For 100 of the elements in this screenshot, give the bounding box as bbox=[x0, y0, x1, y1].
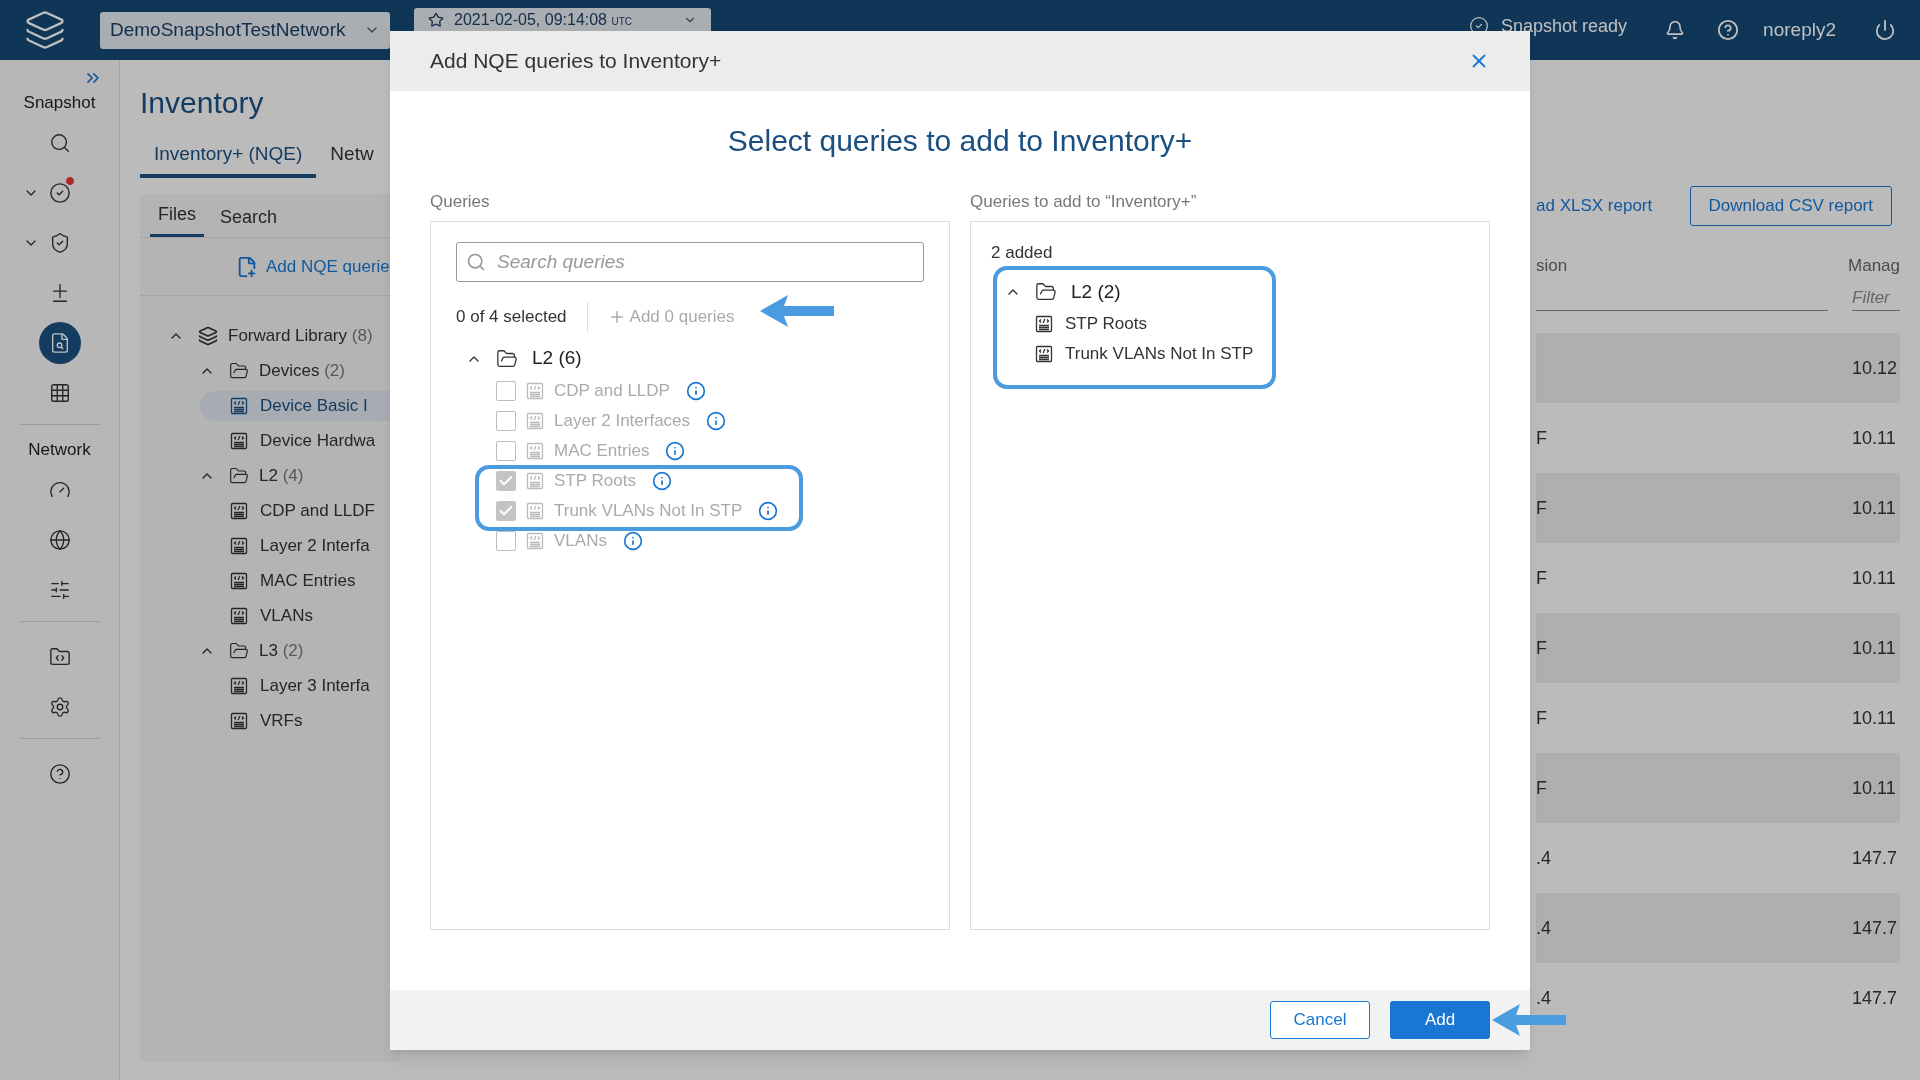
table-cell-text: F bbox=[1536, 636, 1548, 660]
code-file-icon bbox=[1035, 345, 1053, 363]
added-count: 2 added bbox=[991, 242, 1053, 262]
code-file-icon bbox=[230, 606, 248, 625]
folder-icon bbox=[229, 465, 249, 486]
table-row[interactable]: F 10.11 bbox=[1536, 753, 1900, 823]
code-file-icon bbox=[526, 531, 544, 550]
info-icon[interactable] bbox=[706, 410, 727, 431]
column-header: Manag bbox=[1848, 254, 1900, 277]
table-cell-text: F bbox=[1536, 706, 1548, 730]
tree-item[interactable]: MAC Entries bbox=[200, 565, 400, 596]
bell-icon[interactable] bbox=[1665, 20, 1686, 40]
code-file-icon bbox=[230, 571, 248, 590]
sliders-icon bbox=[48, 579, 71, 601]
table-cell-text: F bbox=[1536, 496, 1548, 520]
table-cell-text: F bbox=[1536, 776, 1548, 800]
code-file-icon bbox=[526, 411, 544, 430]
tree-folder-label[interactable]: L2 (4) bbox=[259, 462, 304, 489]
table-cell-text: .4 bbox=[1536, 846, 1552, 870]
table-row[interactable]: .4 147.7 bbox=[1536, 893, 1900, 963]
table-cell-text: 147.7 bbox=[1852, 846, 1898, 870]
info-icon[interactable] bbox=[685, 380, 706, 401]
table-cell-text: 10.11 bbox=[1852, 426, 1896, 450]
search-icon bbox=[48, 132, 71, 154]
tree-folder-label[interactable]: Forward Library (8) bbox=[228, 322, 373, 349]
folder-icon bbox=[496, 347, 518, 370]
tree-folder-label[interactable]: L3 (2) bbox=[259, 637, 304, 664]
tree-folder-label[interactable]: L2 (6) bbox=[532, 344, 582, 373]
tree-item[interactable]: VRFs bbox=[200, 705, 400, 736]
check-circle-icon bbox=[48, 182, 71, 204]
table-row[interactable]: 10.12 bbox=[1536, 333, 1900, 403]
folder-icon bbox=[1035, 281, 1057, 303]
logo-icon[interactable] bbox=[24, 9, 66, 51]
table-cell-text: F bbox=[1536, 566, 1548, 590]
table-row[interactable]: F 10.11 bbox=[1536, 473, 1900, 543]
globe-icon bbox=[48, 529, 71, 551]
help-icon[interactable] bbox=[1717, 19, 1740, 41]
network-dropdown[interactable]: DemoSnapshotTestNetwork bbox=[100, 11, 390, 49]
table-row[interactable]: F 10.11 bbox=[1536, 613, 1900, 683]
code-file-icon bbox=[230, 501, 248, 520]
code-file-icon bbox=[230, 431, 248, 450]
panel-label: Queries bbox=[430, 191, 491, 213]
star-icon bbox=[428, 12, 444, 28]
file-tab[interactable]: Files bbox=[150, 201, 204, 237]
rail-section-title: Network bbox=[28, 439, 91, 462]
table-cell-text: .4 bbox=[1536, 986, 1552, 1010]
snapshot-status: Snapshot ready bbox=[1501, 16, 1628, 36]
info-icon[interactable] bbox=[665, 440, 686, 461]
table-cell-text: 10.12 bbox=[1852, 356, 1898, 380]
tree-folder-label[interactable]: Devices (2) bbox=[259, 357, 345, 384]
grid-icon bbox=[48, 382, 71, 404]
xlsx-report-link[interactable]: ad XLSX report bbox=[1536, 193, 1653, 219]
csv-report-button[interactable]: Download CSV report bbox=[1689, 186, 1892, 226]
page-tab[interactable]: Inventory+ (NQE) bbox=[140, 140, 317, 178]
page-title: Inventory bbox=[140, 85, 265, 121]
code-file-icon bbox=[526, 501, 544, 520]
user-name[interactable]: noreply2 bbox=[1763, 15, 1836, 45]
tree-item[interactable]: Layer 3 Interfa bbox=[200, 670, 400, 701]
file-tab[interactable]: Search bbox=[212, 204, 286, 237]
help-icon bbox=[48, 763, 71, 785]
info-icon[interactable] bbox=[622, 530, 643, 551]
info-icon[interactable] bbox=[758, 500, 779, 521]
tree-item[interactable]: Device Hardwa bbox=[200, 425, 400, 456]
query-label: STP Roots bbox=[1065, 313, 1147, 336]
dialog-title: Add NQE queries to Inventory+ bbox=[430, 48, 722, 75]
query-label: Trunk VLANs Not In STP bbox=[1065, 343, 1254, 366]
cancel-button[interactable]: Cancel bbox=[1270, 1001, 1370, 1039]
tree-item[interactable]: Layer 2 Interfa bbox=[200, 530, 400, 561]
code-file-icon bbox=[230, 676, 248, 695]
table-cell-text: 10.11 bbox=[1852, 706, 1896, 730]
table-cell-text: .4 bbox=[1536, 916, 1552, 940]
add-button[interactable]: Add bbox=[1390, 1001, 1490, 1039]
code-file-icon bbox=[230, 711, 248, 730]
tree-item[interactable]: VLANs bbox=[200, 600, 400, 631]
layers-icon bbox=[198, 325, 218, 346]
rail-section-title: Snapshot bbox=[23, 92, 96, 115]
add-queries-link[interactable]: Add NQE querie bbox=[236, 253, 390, 280]
code-file-icon bbox=[1035, 315, 1053, 333]
table-cell-text: 147.7 bbox=[1852, 986, 1898, 1010]
tree-item[interactable]: CDP and LLDF bbox=[200, 495, 400, 526]
search-icon bbox=[466, 251, 486, 272]
rail-item[interactable] bbox=[38, 322, 81, 364]
selection-count: 0 of 4 selected bbox=[456, 301, 588, 332]
table-cell-text: 10.11 bbox=[1852, 496, 1896, 520]
dialog-heading: Select queries to add to Inventory+ bbox=[726, 123, 1194, 159]
code-file-icon bbox=[230, 396, 248, 415]
column-header: sion bbox=[1536, 254, 1569, 277]
table-cell-text: 147.7 bbox=[1852, 916, 1898, 940]
page-tab[interactable]: Netw bbox=[316, 140, 388, 178]
code-file-icon bbox=[230, 536, 248, 555]
search-field[interactable]: Search queries bbox=[456, 241, 924, 282]
filter-field[interactable]: Filter bbox=[1852, 285, 1900, 311]
info-icon[interactable] bbox=[651, 470, 672, 491]
panel-label: Queries to add to “Inventory+” bbox=[970, 191, 1198, 213]
power-icon[interactable] bbox=[1874, 19, 1896, 41]
code-folder-icon bbox=[48, 646, 71, 668]
tree-folder-label[interactable]: L2 (2) bbox=[1071, 277, 1121, 307]
table-cell-text: 10.11 bbox=[1852, 776, 1896, 800]
folder-icon bbox=[229, 640, 249, 661]
table-cell-text: 10.11 bbox=[1852, 636, 1896, 660]
